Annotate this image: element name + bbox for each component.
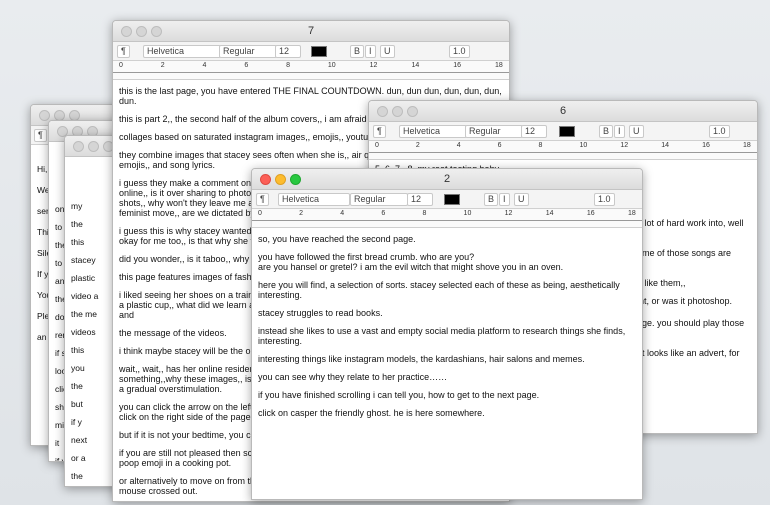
ruler-label: 12	[504, 210, 513, 217]
font-size-select[interactable]: 12	[407, 193, 433, 206]
italic-button[interactable]: I	[614, 125, 625, 138]
ruler-label: 16	[453, 62, 462, 69]
window-titlebar[interactable]: 7	[113, 21, 509, 42]
close-button[interactable]	[39, 110, 50, 121]
ruler-label: 4	[340, 210, 345, 217]
bold-button[interactable]: B	[350, 45, 365, 58]
format-toolbar: ¶ Helvetica Regular 12 B I U 1.0	[252, 190, 642, 209]
ruler-label: 12	[620, 142, 629, 149]
document-text-area[interactable]: so, you have reached the second page. you…	[252, 228, 642, 432]
font-size-select[interactable]: 12	[521, 125, 547, 138]
paragraph: instead she likes to use a vast and empt…	[258, 326, 626, 346]
ruler-label: 0	[119, 62, 123, 69]
font-size-select[interactable]: 12	[275, 45, 301, 58]
paragraph: stacey struggles to read books.	[258, 308, 383, 318]
window-title: 2	[443, 173, 451, 185]
bold-button[interactable]: B	[599, 125, 614, 138]
paragraph: you can see why they relate to her pract…	[258, 372, 448, 382]
paragraph: if you have finished scrolling i can tel…	[258, 390, 540, 400]
document-window-2[interactable]: 2 ¶ Helvetica Regular 12 B I U 1.0 0 2 4 6 8…	[251, 168, 643, 500]
ruler-label: 8	[538, 142, 543, 149]
ruler-label: 8	[422, 210, 427, 217]
paragraph: int, or was it photoshop.	[637, 296, 733, 306]
window-titlebar[interactable]: 2	[252, 169, 642, 190]
typeface-select[interactable]: Regular	[350, 193, 408, 206]
paragraph: click on casper the friendly ghost. he i…	[258, 408, 485, 418]
paragraph-style-button[interactable]: ¶	[117, 45, 130, 58]
ruler-label: 18	[743, 142, 751, 149]
paragraph: you have followed the first bread crumb.…	[258, 252, 564, 272]
paragraph: interesting things like instagram models…	[258, 354, 585, 364]
ruler-label: 2	[299, 210, 304, 217]
ruler-label: 16	[586, 210, 595, 217]
italic-button[interactable]: I	[499, 193, 510, 206]
ruler-label: 4	[202, 62, 207, 69]
line-spacing-select[interactable]: 1.0	[449, 45, 470, 58]
line-spacing-select[interactable]: 1.0	[709, 125, 730, 138]
ruler[interactable]: 0 2 4 6 8 10 12 14 16 18	[369, 141, 757, 160]
ruler-label: 6	[497, 142, 502, 149]
text-color-well[interactable]	[559, 126, 575, 137]
paragraph-style-button[interactable]: ¶	[256, 193, 269, 206]
font-family-select[interactable]: Helvetica	[278, 193, 350, 206]
ruler-label: 0	[375, 142, 379, 149]
paragraph: age. you should play those	[637, 318, 745, 328]
paragraph: so, you have reached the second page.	[258, 234, 416, 244]
underline-button[interactable]: U	[514, 193, 529, 206]
font-family-select[interactable]: Helvetica	[143, 45, 221, 58]
ruler-label: 0	[258, 210, 262, 217]
ruler-label: 10	[327, 62, 336, 69]
paragraph: a lot of hard work into, well	[637, 218, 744, 228]
paragraph: u like them,,	[637, 278, 686, 288]
ruler-label: 8	[286, 62, 291, 69]
paragraph-style-button[interactable]: ¶	[34, 129, 47, 142]
window-titlebar[interactable]: 6	[369, 101, 757, 122]
ruler-label: 10	[579, 142, 588, 149]
ruler-label: 2	[160, 62, 165, 69]
underline-button[interactable]: U	[629, 125, 644, 138]
font-family-select[interactable]: Helvetica	[399, 125, 467, 138]
paragraph: here you will find, a selection of sorts…	[258, 280, 620, 300]
bold-button[interactable]: B	[484, 193, 499, 206]
ruler-label: 4	[456, 142, 461, 149]
window-title: 6	[559, 105, 567, 117]
ruler-label: 12	[369, 62, 378, 69]
typeface-select[interactable]: Regular	[219, 45, 277, 58]
ruler[interactable]: 0 2 4 6 8 10 12 14 16 18	[113, 61, 509, 80]
italic-button[interactable]: I	[365, 45, 376, 58]
window-title: 7	[307, 25, 315, 37]
ruler[interactable]: 0 2 4 6 8 10 12 14 16 18	[252, 209, 642, 228]
ruler-label: 6	[244, 62, 249, 69]
underline-button[interactable]: U	[380, 45, 395, 58]
ruler-label: 14	[411, 62, 420, 69]
paragraph: at looks like an advert, for	[637, 348, 740, 358]
ruler-label: 14	[661, 142, 670, 149]
text-color-well[interactable]	[311, 46, 327, 57]
paragraph-style-button[interactable]: ¶	[373, 125, 386, 138]
typeface-select[interactable]: Regular	[465, 125, 523, 138]
ruler-label: 2	[415, 142, 420, 149]
paragraph: ome of those songs are	[637, 248, 732, 258]
format-toolbar: ¶ Helvetica Regular 12 B I U 1.0	[369, 122, 757, 141]
ruler-label: 14	[545, 210, 554, 217]
ruler-label: 10	[463, 210, 472, 217]
ruler-label: 16	[702, 142, 710, 149]
ruler-label: 18	[628, 210, 636, 217]
format-toolbar: ¶ Helvetica Regular 12 B I U 1.0	[113, 42, 509, 61]
ruler-label: 6	[381, 210, 386, 217]
ruler-label: 18	[495, 62, 503, 69]
text-color-well[interactable]	[444, 194, 460, 205]
minimize-button[interactable]	[88, 141, 99, 152]
line-spacing-select[interactable]: 1.0	[594, 193, 615, 206]
close-button[interactable]	[73, 141, 84, 152]
